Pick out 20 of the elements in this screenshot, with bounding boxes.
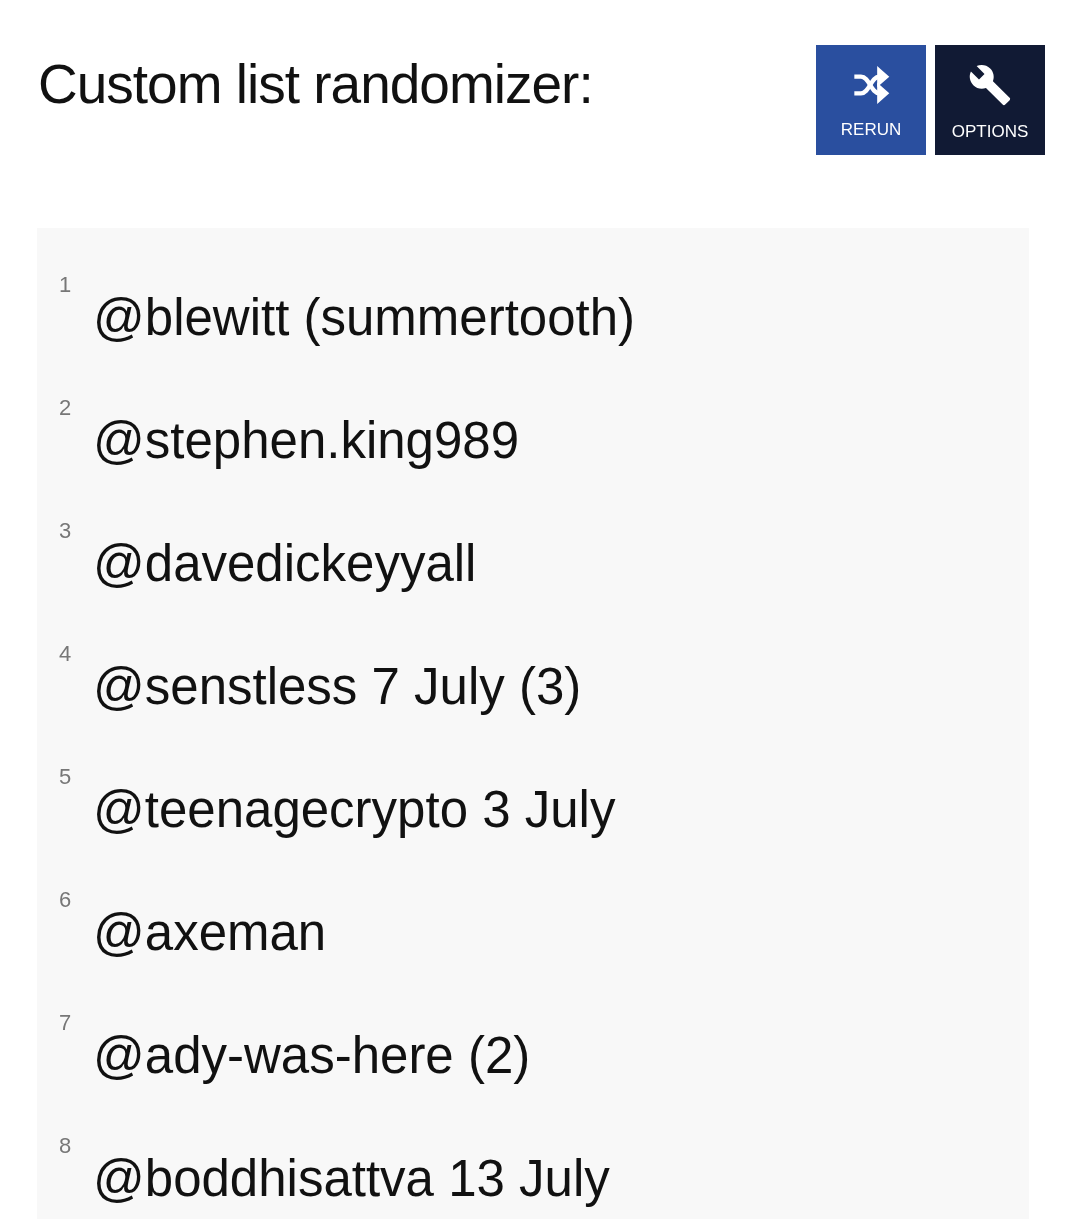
item-number: 1 [59, 271, 73, 298]
item-number: 6 [59, 886, 73, 913]
rerun-button[interactable]: RERUN [816, 45, 926, 155]
list-item-text: @davedickeyyall [93, 533, 477, 594]
wrench-icon [968, 63, 1012, 108]
list-item-text: @ady-was-here (2) [93, 1025, 531, 1086]
page-title: Custom list randomizer: [38, 53, 593, 115]
list-item-text: @stephen.king989 [93, 410, 520, 471]
item-number: 7 [59, 1009, 73, 1036]
item-number: 3 [59, 517, 73, 544]
list-item-text: @blewitt (summertooth) [93, 287, 636, 348]
list-item-text: @teenagecrypto 3 July [93, 779, 616, 840]
list-item-text: @axeman [93, 902, 327, 963]
item-number: 2 [59, 394, 73, 421]
list-item-text: @senstless 7 July (3) [93, 656, 582, 717]
item-number: 8 [59, 1132, 73, 1159]
item-number: 5 [59, 763, 73, 790]
item-number: 4 [59, 640, 73, 667]
list-item-text: @boddhisattva 13 July [93, 1148, 610, 1209]
options-button[interactable]: OPTIONS [935, 45, 1045, 155]
